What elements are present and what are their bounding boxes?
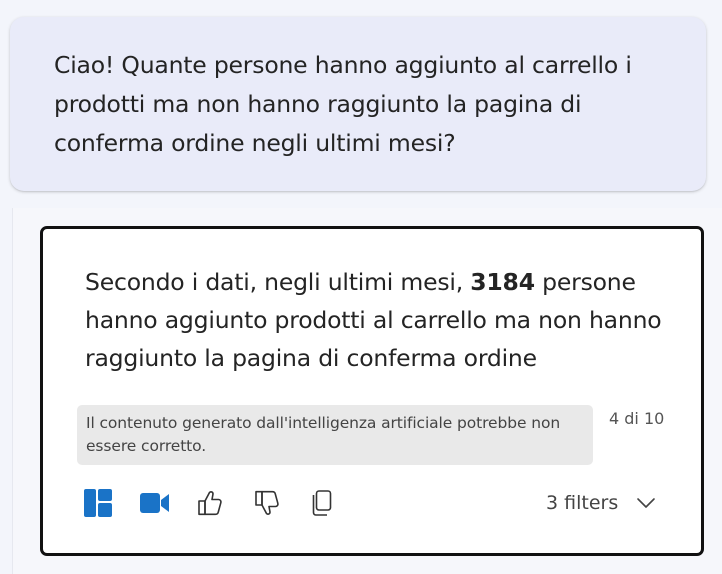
filters-label: 3 filters: [546, 492, 619, 514]
video-icon: [140, 493, 169, 513]
dashboard-button[interactable]: [81, 485, 115, 521]
user-message-bubble: Ciao! Quante persone hanno aggiunto al c…: [10, 17, 706, 191]
chat-page: Ciao! Quante persone hanno aggiunto al c…: [0, 0, 722, 574]
ai-disclaimer-text: Il contenuto generato dall'intelligenza …: [86, 414, 561, 455]
response-toolbar: 3 filters: [83, 485, 673, 521]
thumbs-up-button[interactable]: [193, 485, 227, 521]
assistant-response-text: Secondo i dati, negli ultimi mesi, 3184 …: [85, 263, 685, 377]
response-highlight-number: 3184: [470, 268, 535, 296]
response-page-indicator: 4 di 10: [609, 409, 665, 428]
chevron-down-icon: [636, 497, 656, 509]
thumbs-down-button[interactable]: [250, 485, 284, 521]
filters-dropdown[interactable]: 3 filters: [546, 485, 656, 521]
thumbs-down-icon: [255, 490, 279, 515]
copy-button[interactable]: [305, 485, 339, 521]
user-message-text: Ciao! Quante persone hanno aggiunto al c…: [54, 51, 632, 157]
dashboard-icon: [84, 489, 112, 517]
video-button[interactable]: [138, 485, 172, 521]
response-text-before: Secondo i dati, negli ultimi mesi,: [85, 268, 471, 296]
assistant-response-card: Secondo i dati, negli ultimi mesi, 3184 …: [40, 226, 704, 556]
thumbs-up-icon: [198, 491, 222, 516]
ai-disclaimer: Il contenuto generato dall'intelligenza …: [77, 405, 593, 465]
copy-icon: [312, 490, 332, 516]
